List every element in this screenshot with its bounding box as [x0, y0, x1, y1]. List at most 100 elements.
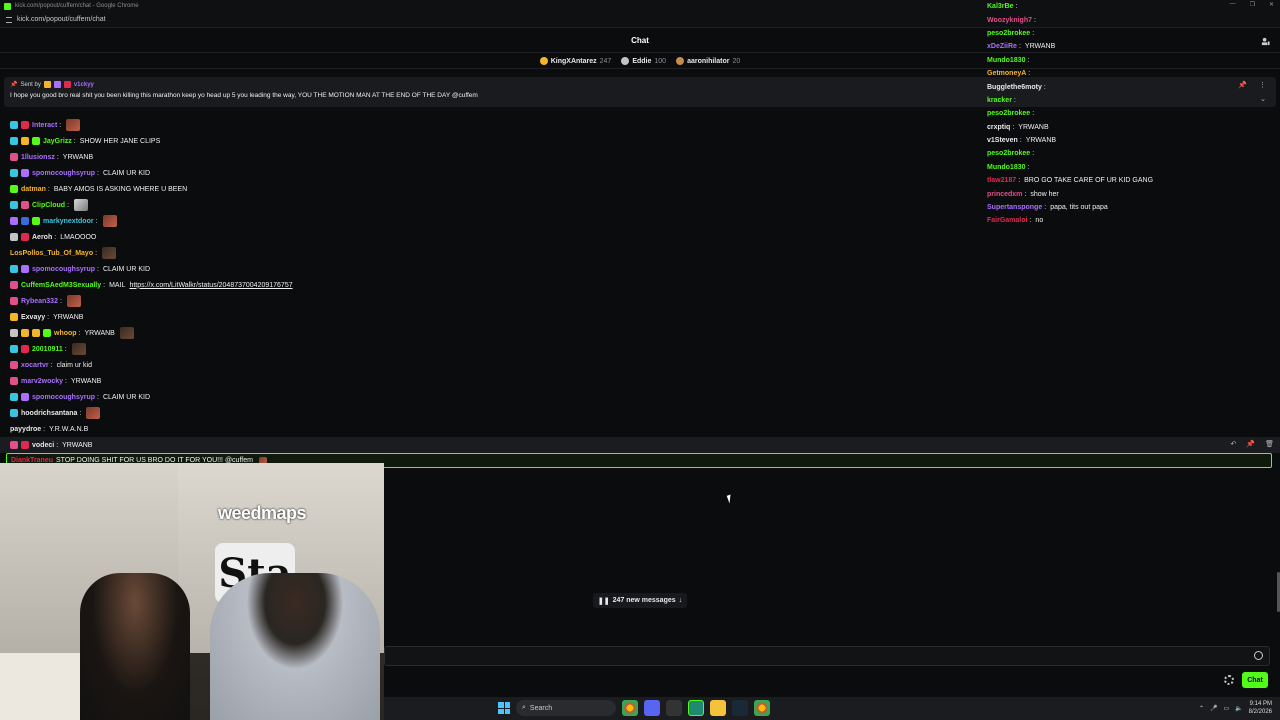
chat-send-button[interactable]: Chat	[1242, 672, 1268, 688]
chat-message[interactable]: peso2brokee:	[982, 27, 1280, 40]
emoji-icon[interactable]	[1254, 651, 1263, 660]
chat-username[interactable]: Supertansponge	[987, 204, 1042, 211]
chat-message[interactable]: 20010911:	[0, 341, 980, 357]
leaderboard-item[interactable]: aaronihilator 20	[676, 57, 740, 65]
chat-username[interactable]: marv2wocky	[21, 378, 63, 385]
chat-message[interactable]: hoodrichsantana:	[0, 405, 980, 421]
chat-message[interactable]: Exvayy: YRWANB	[0, 309, 980, 325]
chat-message[interactable]: Interact:	[0, 117, 980, 133]
chat-username[interactable]: princedxm	[987, 191, 1022, 198]
chat-username[interactable]: JayGrizz	[43, 138, 72, 145]
app-icon[interactable]	[666, 700, 682, 716]
chat-username[interactable]: Woozyknigh7	[987, 17, 1032, 24]
chat-username[interactable]: Bugglethe6moty	[987, 84, 1042, 91]
chat-message[interactable]: markynextdoor:	[0, 213, 980, 229]
chat-input-box[interactable]	[384, 646, 1270, 666]
chat-username[interactable]: Aeroh	[32, 234, 52, 241]
terminal-icon[interactable]	[688, 700, 704, 716]
new-messages-button[interactable]: ❚❚ 247 new messages ↓	[593, 593, 687, 608]
discord-icon[interactable]	[644, 700, 660, 716]
chat-message[interactable]: Aeroh: LMAOOOO	[0, 229, 980, 245]
chat-username[interactable]: 20010911	[32, 346, 63, 353]
chat-username[interactable]: ClipCloud	[32, 202, 65, 209]
chat-username[interactable]: LosPollos_Tub_Of_Mayo	[10, 250, 93, 257]
chat-message[interactable]: Supertansponge: papa, tits out papa	[982, 201, 1280, 214]
chat-message[interactable]: spomocoughsyrup: CLAIM UR KID	[0, 165, 980, 181]
leaderboard-item[interactable]: KingXAntarez 247	[539, 57, 611, 65]
chat-message[interactable]: spomocoughsyrup: CLAIM UR KID	[0, 261, 980, 277]
url-text[interactable]: kick.com/popout/cuffem/chat	[17, 16, 106, 23]
chat-username[interactable]: Exvayy	[21, 314, 45, 321]
chat-message[interactable]: Bugglethe6moty:	[982, 80, 1280, 93]
delete-icon[interactable]: 🗑	[1265, 440, 1274, 448]
leaderboard-item[interactable]: Eddie 100	[621, 57, 666, 65]
chat-input[interactable]	[385, 647, 1269, 665]
chat-message[interactable]: tlaw2187: BRO GO TAKE CARE OF UR KID GANG	[982, 174, 1280, 187]
chat-username[interactable]: Mundo1830	[987, 164, 1026, 171]
chat-username[interactable]: CuffemSAedM3Sexually	[21, 282, 101, 289]
chat-username[interactable]: Mundo1830	[987, 57, 1026, 64]
chat-username[interactable]: vodeci	[32, 442, 54, 449]
chat-message[interactable]: Kal3rBe:	[982, 0, 1280, 13]
chat-username[interactable]: Rybean332	[21, 298, 58, 305]
chat-username[interactable]: crxptiq	[987, 124, 1010, 131]
chat-message[interactable]: xDeZiiRe: YRWANB	[982, 40, 1280, 53]
chat-username[interactable]: peso2brokee	[987, 30, 1030, 37]
chat-message[interactable]: ClipCloud:	[0, 197, 980, 213]
chat-username[interactable]: peso2brokee	[987, 150, 1030, 157]
chat-username[interactable]: peso2brokee	[987, 110, 1030, 117]
chat-message[interactable]: peso2brokee:	[982, 147, 1280, 160]
chat-username[interactable]: spomocoughsyrup	[32, 394, 95, 401]
taskbar-search[interactable]: ⌕ Search	[516, 700, 616, 716]
volume-icon[interactable]: 🔈	[1235, 705, 1242, 712]
chat-username[interactable]: spomocoughsyrup	[32, 266, 95, 273]
folder-icon[interactable]	[710, 700, 726, 716]
pin-icon[interactable]: 📌	[1246, 440, 1255, 448]
chat-username[interactable]: xDeZiiRe	[987, 43, 1017, 50]
chat-message[interactable]: payydroe: Y.R.W.A.N.B	[0, 421, 980, 437]
chat-message[interactable]: princedxm: show her	[982, 187, 1280, 200]
chat-message[interactable]: vodeci: YRWANB ↶ 📌 🗑	[0, 437, 1280, 453]
chat-message[interactable]: xocartvr: claim ur kid	[0, 357, 980, 373]
chat-message[interactable]: JayGrizz: SHOW HER JANE CLIPS	[0, 133, 980, 149]
chat-message[interactable]: Mundo1830:	[982, 161, 1280, 174]
chat-username[interactable]: 1llusionsz	[21, 154, 55, 161]
chat-message[interactable]: crxptiq: YRWANB	[982, 121, 1280, 134]
chat-message[interactable]: whoop: YRWANB	[0, 325, 980, 341]
mic-icon[interactable]: 🎤	[1210, 705, 1217, 712]
chat-username[interactable]: markynextdoor	[43, 218, 94, 225]
steam-icon[interactable]	[732, 700, 748, 716]
chat-message[interactable]: marv2wocky: YRWANB	[0, 373, 980, 389]
windows-start-icon[interactable]	[498, 702, 510, 714]
chat-username[interactable]: datman	[21, 186, 46, 193]
chat-message[interactable]: Mundo1830:	[982, 54, 1280, 67]
chat-message[interactable]: spomocoughsyrup: CLAIM UR KID	[0, 389, 980, 405]
chat-message[interactable]: LosPollos_Tub_Of_Mayo:	[0, 245, 980, 261]
chat-username[interactable]: GetmoneyA	[987, 70, 1026, 77]
taskbar-clock[interactable]: 9:14 PM 8/2/2026	[1249, 700, 1272, 716]
chrome-icon[interactable]	[622, 700, 638, 716]
chat-username[interactable]: FairGamaloi	[987, 217, 1027, 224]
gear-icon[interactable]	[1224, 675, 1234, 685]
chat-username[interactable]: Kal3rBe	[987, 3, 1013, 10]
reply-icon[interactable]: ↶	[1231, 440, 1237, 448]
chat-message[interactable]: Rybean332:	[0, 293, 980, 309]
chat-message[interactable]: 1llusionsz: YRWANB	[0, 149, 980, 165]
chat-message[interactable]: Woozyknigh7:	[982, 13, 1280, 26]
chat-message[interactable]: CuffemSAedM3Sexually: MAIL https://x.com/L…	[0, 277, 980, 293]
chat-message[interactable]: v1Steven: YRWANB	[982, 134, 1280, 147]
chat-link[interactable]: https://x.com/LitWalkr/status/2048737004…	[129, 282, 292, 289]
chat-message[interactable]: GetmoneyA:	[982, 67, 1280, 80]
chat-message[interactable]: datman: BABY AMOS IS ASKING WHERE U BEEN	[0, 181, 980, 197]
chat-username[interactable]: xocartvr	[21, 362, 49, 369]
chat-username[interactable]: whoop	[54, 330, 77, 337]
chat-message[interactable]: kracker:	[982, 94, 1280, 107]
chat-username[interactable]: tlaw2187	[987, 177, 1016, 184]
chrome-icon[interactable]	[754, 700, 770, 716]
site-info-icon[interactable]	[6, 16, 12, 23]
chat-username[interactable]: v1Steven	[987, 137, 1018, 144]
chat-username[interactable]: hoodrichsantana	[21, 410, 77, 417]
chevron-up-icon[interactable]: ⌃	[1199, 705, 1204, 712]
chat-message[interactable]: peso2brokee:	[982, 107, 1280, 120]
chat-username[interactable]: kracker	[987, 97, 1012, 104]
